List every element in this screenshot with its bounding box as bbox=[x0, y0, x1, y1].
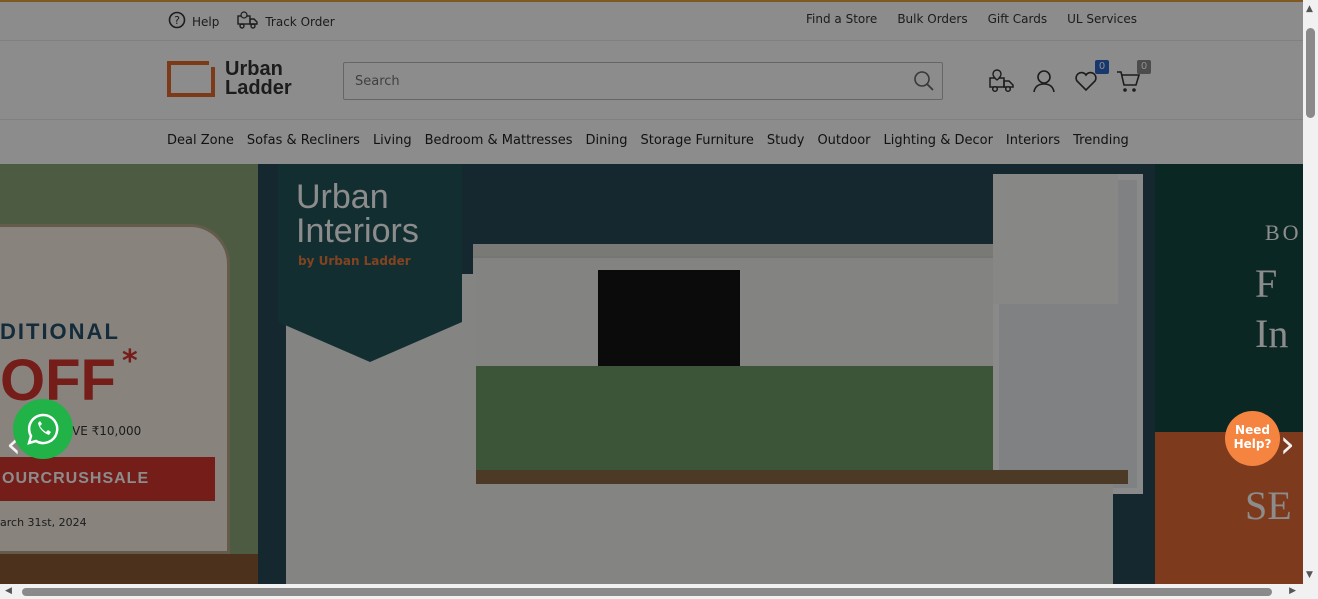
vertical-scroll-thumb[interactable] bbox=[1306, 28, 1315, 118]
logo-line-2: Ladder bbox=[225, 77, 292, 99]
slide-current[interactable]: Urban Interiors by Urban Ladder bbox=[258, 164, 1155, 584]
nav-deal-zone[interactable]: Deal Zone bbox=[167, 133, 234, 148]
banner-title: Urban Interiors bbox=[296, 178, 419, 250]
nav-study[interactable]: Study bbox=[767, 133, 805, 148]
scroll-right-icon[interactable]: ▶ bbox=[1289, 586, 1296, 596]
search-box bbox=[343, 62, 943, 100]
track-order-link[interactable]: Track Order bbox=[237, 11, 335, 32]
nav-outdoor[interactable]: Outdoor bbox=[817, 133, 870, 148]
help-label: Help bbox=[192, 14, 220, 29]
utility-bar: ? Help Track Order Find a Store Bulk Ord… bbox=[0, 2, 1303, 41]
chimney-hood bbox=[598, 270, 740, 366]
countertop bbox=[473, 470, 1128, 484]
hero-carousel: DITIONAL OFF * VE ₹10,000 OURCRUSHSALE a… bbox=[0, 164, 1303, 584]
nav-bedroom-mattresses[interactable]: Bedroom & Mattresses bbox=[425, 133, 573, 148]
search-input[interactable] bbox=[344, 63, 894, 99]
banner-subtitle: by Urban Ladder bbox=[298, 254, 411, 268]
nav-living[interactable]: Living bbox=[373, 133, 412, 148]
gift-cards-link[interactable]: Gift Cards bbox=[988, 12, 1048, 26]
window-blind bbox=[993, 174, 1118, 304]
truck-icon bbox=[237, 11, 259, 32]
whatsapp-icon[interactable] bbox=[13, 399, 73, 459]
horizontal-scrollbar[interactable]: ◀ ▶ bbox=[0, 584, 1318, 599]
next-slide-line-2: F bbox=[1255, 261, 1278, 306]
track-order-header-icon[interactable] bbox=[989, 68, 1015, 94]
nav-dining[interactable]: Dining bbox=[586, 133, 628, 148]
offer-date: arch 31st, 2024 bbox=[0, 516, 87, 529]
backsplash-tiles bbox=[473, 366, 993, 470]
vertical-scrollbar[interactable]: ▲ ▼ bbox=[1303, 0, 1318, 584]
floor-decor bbox=[0, 554, 258, 584]
offer-code: OURCRUSHSALE bbox=[0, 457, 215, 501]
urban-interiors-banner: Urban Interiors by Urban Ladder bbox=[278, 164, 462, 362]
nav-storage-furniture[interactable]: Storage Furniture bbox=[641, 133, 754, 148]
user-icon[interactable] bbox=[1031, 68, 1057, 94]
track-order-label: Track Order bbox=[265, 14, 335, 29]
svg-text:?: ? bbox=[174, 14, 180, 27]
logo[interactable]: Urban Ladder bbox=[167, 59, 292, 99]
bulk-orders-link[interactable]: Bulk Orders bbox=[897, 12, 967, 26]
nav-trending[interactable]: Trending bbox=[1073, 133, 1129, 148]
kitchen-ceiling bbox=[473, 244, 993, 256]
category-nav: Deal Zone Sofas & Recliners Living Bedro… bbox=[0, 121, 1303, 163]
scroll-left-icon[interactable]: ◀ bbox=[5, 586, 12, 596]
nav-sofas-recliners[interactable]: Sofas & Recliners bbox=[247, 133, 360, 148]
horizontal-scroll-thumb[interactable] bbox=[22, 588, 1272, 596]
ul-services-link[interactable]: UL Services bbox=[1067, 12, 1137, 26]
search-icon[interactable] bbox=[912, 69, 936, 93]
page: ? Help Track Order Find a Store Bulk Ord… bbox=[0, 0, 1303, 584]
nav-interiors[interactable]: Interiors bbox=[1006, 133, 1060, 148]
cart-count-badge: 0 bbox=[1137, 60, 1151, 74]
next-slide-line-3: In bbox=[1255, 311, 1289, 356]
logo-text: Urban Ladder bbox=[225, 59, 292, 99]
wishlist-count-badge: 0 bbox=[1095, 60, 1109, 74]
nav-lighting-decor[interactable]: Lighting & Decor bbox=[884, 133, 993, 148]
logo-mark bbox=[167, 61, 215, 97]
scroll-down-icon[interactable]: ▼ bbox=[1306, 570, 1313, 580]
offer-star: * bbox=[122, 344, 138, 379]
lower-cabinets bbox=[473, 484, 1113, 584]
next-slide-line-1: BO bbox=[1265, 220, 1302, 245]
wishlist-icon[interactable]: 0 bbox=[1073, 60, 1109, 94]
next-slide-line-4: SE bbox=[1245, 483, 1292, 528]
scroll-up-icon[interactable]: ▲ bbox=[1306, 4, 1313, 14]
offer-save: VE ₹10,000 bbox=[72, 424, 142, 438]
help-link[interactable]: ? Help bbox=[168, 11, 219, 32]
slide-previous[interactable]: DITIONAL OFF * VE ₹10,000 OURCRUSHSALE a… bbox=[0, 164, 258, 584]
cart-icon[interactable]: 0 bbox=[1115, 60, 1151, 94]
offer-headline: DITIONAL bbox=[0, 319, 120, 344]
help-icon: ? bbox=[168, 11, 186, 32]
carousel-next-icon[interactable]: › bbox=[1280, 425, 1295, 463]
need-help-button[interactable]: Need Help? bbox=[1225, 411, 1280, 466]
find-store-link[interactable]: Find a Store bbox=[806, 12, 877, 26]
slide-next[interactable]: BO F In SE bbox=[1155, 164, 1303, 584]
main-header: Urban Ladder 0 0 bbox=[0, 42, 1303, 120]
